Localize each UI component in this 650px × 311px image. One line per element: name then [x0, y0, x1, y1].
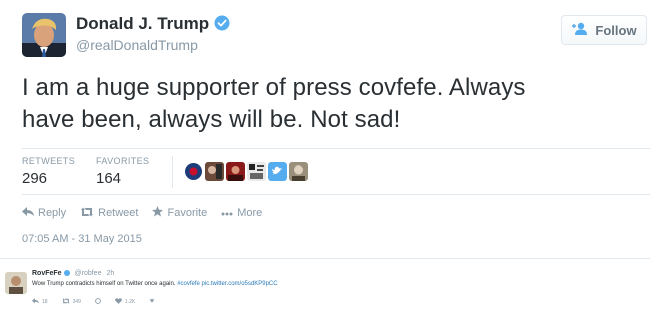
favorite-action[interactable]: Favorite — [152, 206, 207, 220]
verified-badge-icon — [214, 15, 230, 31]
more-label: More — [237, 207, 263, 219]
retweet-action[interactable]: Retweet — [80, 207, 138, 220]
reply-like-count: 1.2K — [124, 299, 136, 305]
retweets-count[interactable]: 296 — [22, 170, 47, 187]
reply-author-handle[interactable]: @robfee — [75, 270, 102, 277]
bookmark-icon — [95, 298, 101, 306]
reply-hashtag[interactable]: #covfefe — [177, 281, 200, 287]
retweet-label: Retweet — [98, 207, 139, 219]
heart-icon — [115, 298, 122, 306]
stats-bottom-divider — [22, 194, 650, 195]
author-name-text[interactable]: Donald J. Trump — [76, 14, 209, 33]
reply-icon — [22, 206, 34, 220]
favorites-count[interactable]: 164 — [96, 170, 121, 187]
reply-link[interactable]: pic.twitter.com/o5sdKP9pCC — [202, 281, 278, 287]
reply-more-action[interactable] — [149, 298, 155, 306]
author-avatar[interactable] — [22, 13, 66, 57]
reply-icon — [32, 298, 39, 306]
more-action[interactable]: More — [221, 207, 262, 219]
retweets-label: RETWEETS — [22, 156, 76, 166]
reply-avatar[interactable] — [5, 272, 27, 294]
more-dots-icon — [221, 207, 233, 219]
reply-reply-action[interactable]: 18 — [32, 298, 48, 306]
favorite-label: Favorite — [167, 207, 208, 219]
follow-button-label: Follow — [595, 22, 637, 38]
follow-button[interactable]: Follow — [561, 15, 647, 45]
author-name[interactable]: Donald J. Trump — [76, 14, 230, 34]
favorites-label: FAVORITES — [96, 156, 150, 166]
retweet-icon — [80, 207, 94, 220]
reply-divider — [0, 258, 650, 259]
reply-reply-count: 18 — [42, 299, 48, 305]
reply-actions: 18 349 1.2K — [32, 298, 155, 306]
favoriter-avatar[interactable] — [184, 162, 203, 181]
tweet-text-line-2: have been, always will be. Not sad! — [22, 106, 401, 133]
reply-author-name[interactable]: RovFeFe — [32, 270, 62, 277]
favoriter-avatar[interactable] — [289, 162, 308, 181]
tweet-actions: Reply Retweet Favorite More — [22, 206, 262, 220]
reply-action[interactable]: Reply — [22, 206, 67, 220]
add-user-icon — [571, 22, 589, 38]
stats-vertical-divider — [172, 156, 173, 188]
tweet-text: I am a huge supporter of press covfefe. … — [22, 72, 622, 136]
favoriters-avatars — [184, 162, 308, 181]
star-icon — [152, 206, 164, 220]
favoriter-avatar[interactable] — [247, 162, 266, 181]
reply-retweet-count: 349 — [72, 299, 81, 305]
reply-retweet-action[interactable]: 349 — [62, 298, 81, 306]
favoriter-avatar[interactable] — [226, 162, 245, 181]
reply-text: Wow Trump contradicts himself on Twitter… — [32, 281, 278, 287]
reply-bookmark-action[interactable] — [95, 298, 101, 306]
reply-time[interactable]: 2h — [106, 270, 114, 277]
reply-text-body: Wow Trump contradicts himself on Twitter… — [32, 281, 178, 287]
tweet-text-line-1: I am a huge supporter of press covfefe. … — [22, 74, 526, 101]
more-icon — [149, 298, 155, 306]
favoriter-avatar[interactable] — [268, 162, 287, 181]
reply-label: Reply — [38, 207, 67, 219]
reply-author[interactable]: RovFeFe @robfee 2h — [32, 270, 114, 277]
author-handle[interactable]: @realDonaldTrump — [76, 37, 198, 53]
tweet-timestamp[interactable]: 07:05 AM - 31 May 2015 — [22, 233, 142, 245]
stats-top-divider — [22, 148, 650, 149]
reply-like-action[interactable]: 1.2K — [115, 298, 135, 306]
favoriter-avatar[interactable] — [205, 162, 224, 181]
verified-badge-icon — [63, 270, 70, 276]
retweet-icon — [62, 298, 70, 306]
